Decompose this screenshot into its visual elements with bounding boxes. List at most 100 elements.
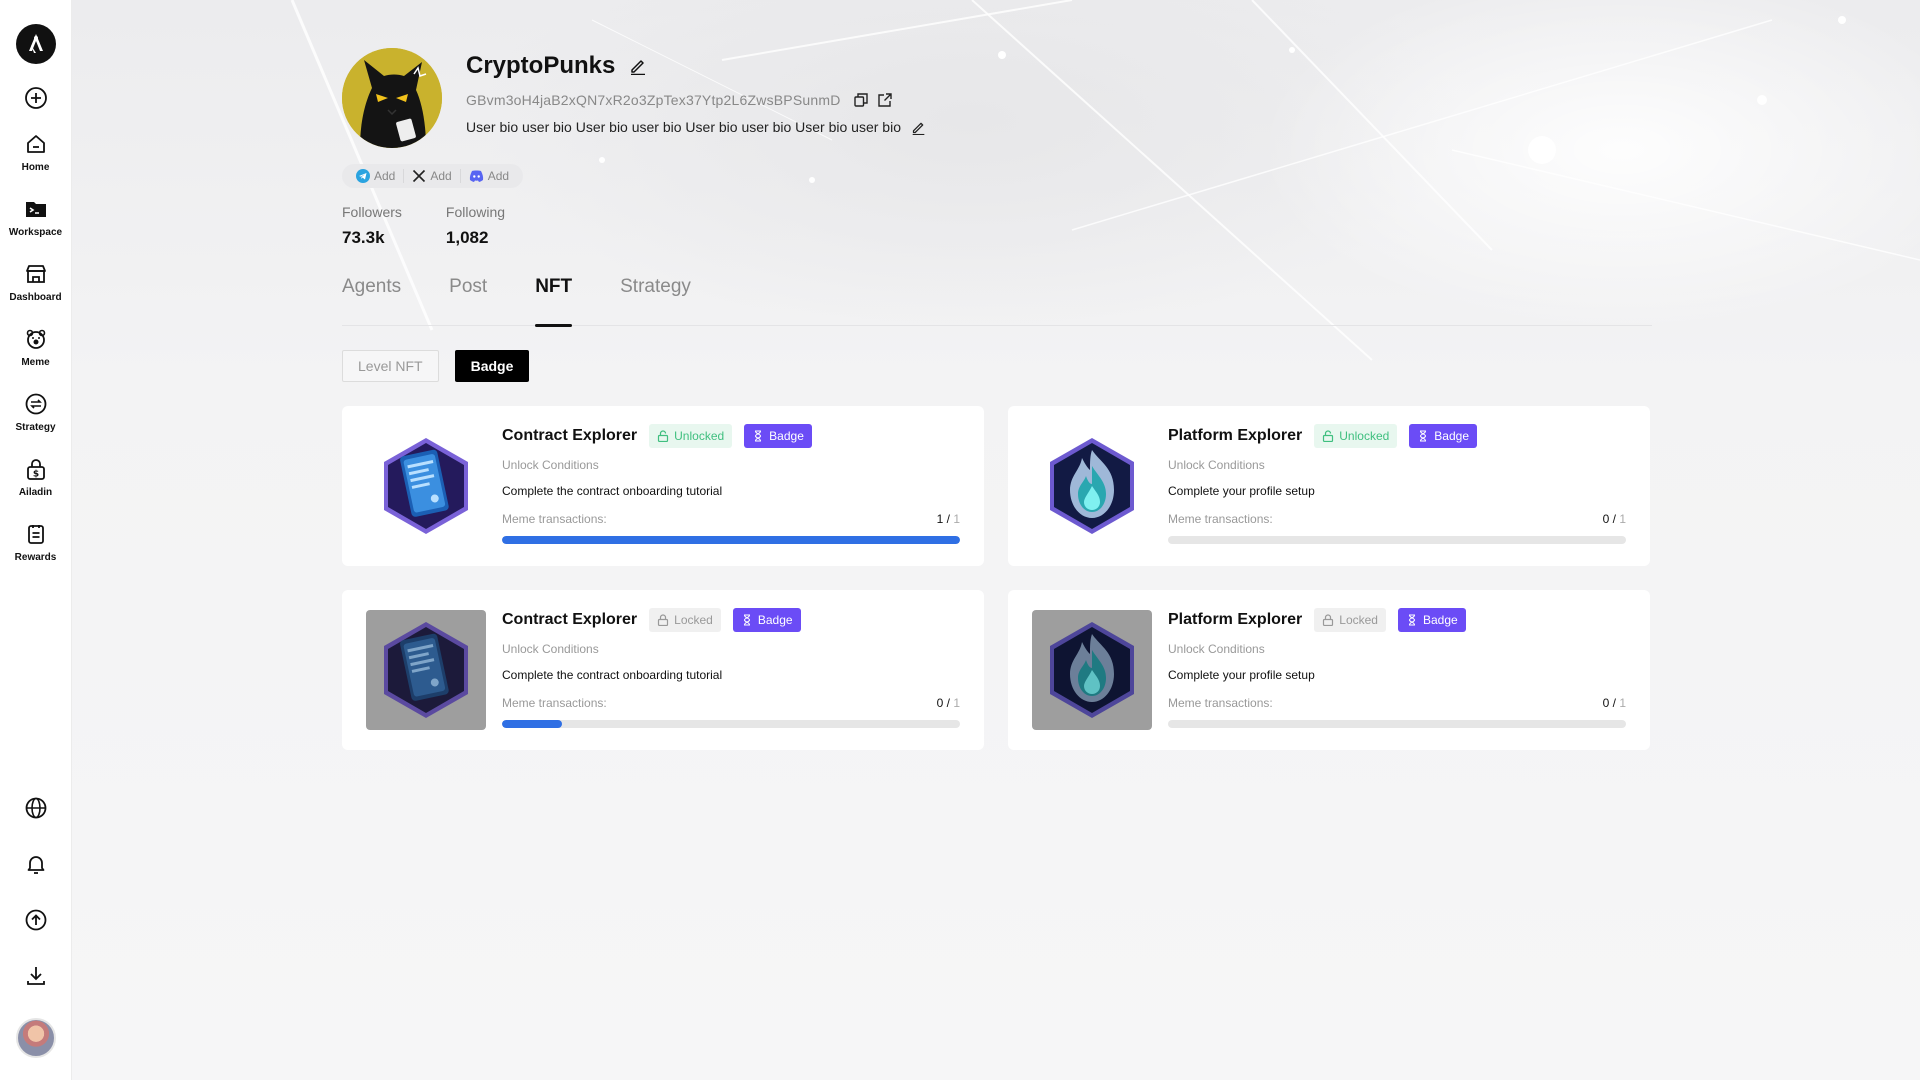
progress-value: 0 / 1	[1602, 512, 1626, 526]
progress-value: 0 / 1	[1602, 696, 1626, 710]
status-label: Unlocked	[1339, 429, 1390, 443]
hourglass-icon	[743, 614, 750, 626]
wallet-address: GBvm3oH4jaB2xQN7xR2o3ZpTex37Ytp2L6ZwsBPS…	[466, 92, 841, 108]
tab-agents[interactable]: Agents	[342, 272, 401, 326]
cat-avatar-icon	[342, 48, 442, 148]
sidebar: Home Workspace Dashboard Meme Strategy $…	[0, 0, 72, 1080]
upload-button[interactable]	[4, 906, 68, 934]
sidebar-item-ailadin[interactable]: $ Ailadin	[4, 455, 68, 498]
sidebar-item-label: Rewards	[14, 552, 57, 563]
sidebar-item-dashboard[interactable]: Dashboard	[4, 260, 68, 303]
lock-icon	[1323, 614, 1334, 626]
logo-icon	[28, 34, 43, 53]
unlock-description: Complete the contract onboarding tutoria…	[502, 484, 723, 498]
globe-icon	[25, 797, 46, 819]
copy-icon[interactable]	[853, 92, 869, 108]
svg-text:$: $	[32, 470, 38, 480]
progress-fill	[502, 536, 960, 544]
sidebar-item-meme[interactable]: Meme	[4, 325, 68, 368]
home-icon	[26, 135, 45, 153]
clipboard-icon	[27, 525, 44, 544]
status-label: Unlocked	[674, 429, 725, 443]
profile-stats: Followers 73.3k Following 1,082	[342, 204, 505, 248]
status-badge: Locked	[1314, 608, 1386, 632]
profile-header: CryptoPunks GBvm3oH4jaB2xQN7xR2o3ZpTex37…	[342, 0, 1652, 260]
nft-subtabs: Level NFT Badge	[342, 350, 1652, 382]
followers-stat[interactable]: Followers 73.3k	[342, 204, 402, 248]
notifications-button[interactable]	[4, 850, 68, 878]
telegram-icon	[356, 169, 370, 183]
progress-value: 0 / 1	[936, 696, 960, 710]
profile-bio: User bio user bio User bio user bio User…	[466, 119, 901, 135]
badge-title: Contract Explorer	[502, 611, 638, 628]
badge-image	[1032, 610, 1152, 730]
social-add-label: Add	[374, 169, 396, 183]
unlock-conditions-label: Unlock Conditions	[1168, 642, 1265, 656]
social-add-label: Add	[487, 169, 510, 183]
social-add-label: Add	[430, 169, 452, 183]
sidebar-item-label: Ailadin	[18, 487, 53, 498]
type-badge: Badge	[1409, 424, 1477, 448]
bell-icon	[27, 856, 44, 874]
badge-title: Platform Explorer	[1168, 427, 1303, 444]
badge-title: Contract Explorer	[502, 427, 638, 444]
x-icon	[413, 169, 426, 183]
sidebar-item-label: Home	[21, 162, 50, 173]
external-link-icon[interactable]	[877, 92, 893, 108]
language-button[interactable]	[4, 794, 68, 822]
sidebar-item-rewards[interactable]: Rewards	[4, 520, 68, 563]
download-button[interactable]	[4, 962, 68, 990]
subtab-badge[interactable]: Badge	[454, 350, 530, 382]
plus-circle-icon	[24, 87, 47, 109]
progress-label: Meme transactions:	[1168, 696, 1273, 710]
unlock-icon	[1323, 430, 1334, 442]
unlock-conditions-label: Unlock Conditions	[1168, 458, 1265, 472]
create-button[interactable]	[4, 84, 68, 112]
user-avatar[interactable]	[15, 1018, 56, 1058]
status-badge: Unlocked	[649, 424, 733, 448]
edit-name-icon[interactable]	[629, 57, 647, 75]
download-icon	[26, 967, 45, 985]
status-badge: Unlocked	[1314, 424, 1398, 448]
type-label: Badge	[757, 613, 793, 627]
progress-value: 1 / 1	[936, 512, 960, 526]
progress-label: Meme transactions:	[502, 696, 607, 710]
social-links: Add Add Add	[342, 164, 524, 188]
add-telegram-button[interactable]: Add	[348, 169, 403, 183]
flame-badge-icon	[1050, 438, 1134, 534]
badge-card[interactable]: Platform Explorer Unlocked Badge Unlock …	[1008, 406, 1650, 566]
add-x-button[interactable]: Add	[403, 169, 459, 183]
badge-card[interactable]: Platform Explorer Locked Badge Unlock Co…	[1008, 590, 1650, 750]
profile-name: CryptoPunks	[466, 52, 616, 79]
terminal-folder-icon	[25, 202, 46, 217]
flame-badge-icon	[1050, 622, 1134, 718]
badge-card[interactable]: Contract Explorer Unlocked Badge Unlock …	[342, 406, 984, 566]
tab-nft[interactable]: NFT	[535, 272, 572, 327]
tab-strategy[interactable]: Strategy	[620, 272, 691, 326]
dollar-lock-icon: $	[26, 459, 45, 480]
progress-label: Meme transactions:	[1168, 512, 1273, 526]
progress-bar	[502, 536, 960, 544]
status-badge: Locked	[649, 608, 721, 632]
bear-icon	[26, 329, 45, 349]
lock-icon	[658, 614, 669, 626]
type-label: Badge	[1422, 613, 1458, 627]
badge-grid: Contract Explorer Unlocked Badge Unlock …	[342, 406, 1652, 750]
unlock-description: Complete the contract onboarding tutoria…	[502, 668, 723, 682]
sidebar-item-home[interactable]: Home	[4, 130, 68, 173]
tab-post[interactable]: Post	[449, 272, 487, 326]
sidebar-item-workspace[interactable]: Workspace	[4, 195, 68, 238]
add-discord-button[interactable]: Add	[459, 169, 517, 183]
subtab-level-nft[interactable]: Level NFT	[342, 350, 439, 382]
sidebar-item-label: Strategy	[15, 422, 56, 433]
type-badge: Badge	[1397, 608, 1466, 632]
badge-image	[1032, 426, 1152, 546]
app-logo[interactable]	[15, 24, 56, 64]
type-label: Badge	[769, 429, 804, 443]
edit-bio-icon[interactable]	[911, 120, 926, 135]
hourglass-icon	[755, 430, 762, 442]
sidebar-item-strategy[interactable]: Strategy	[4, 390, 68, 433]
discord-icon	[469, 170, 483, 182]
badge-card[interactable]: Contract Explorer Locked Badge Unlock Co…	[342, 590, 984, 750]
following-stat[interactable]: Following 1,082	[446, 204, 505, 248]
